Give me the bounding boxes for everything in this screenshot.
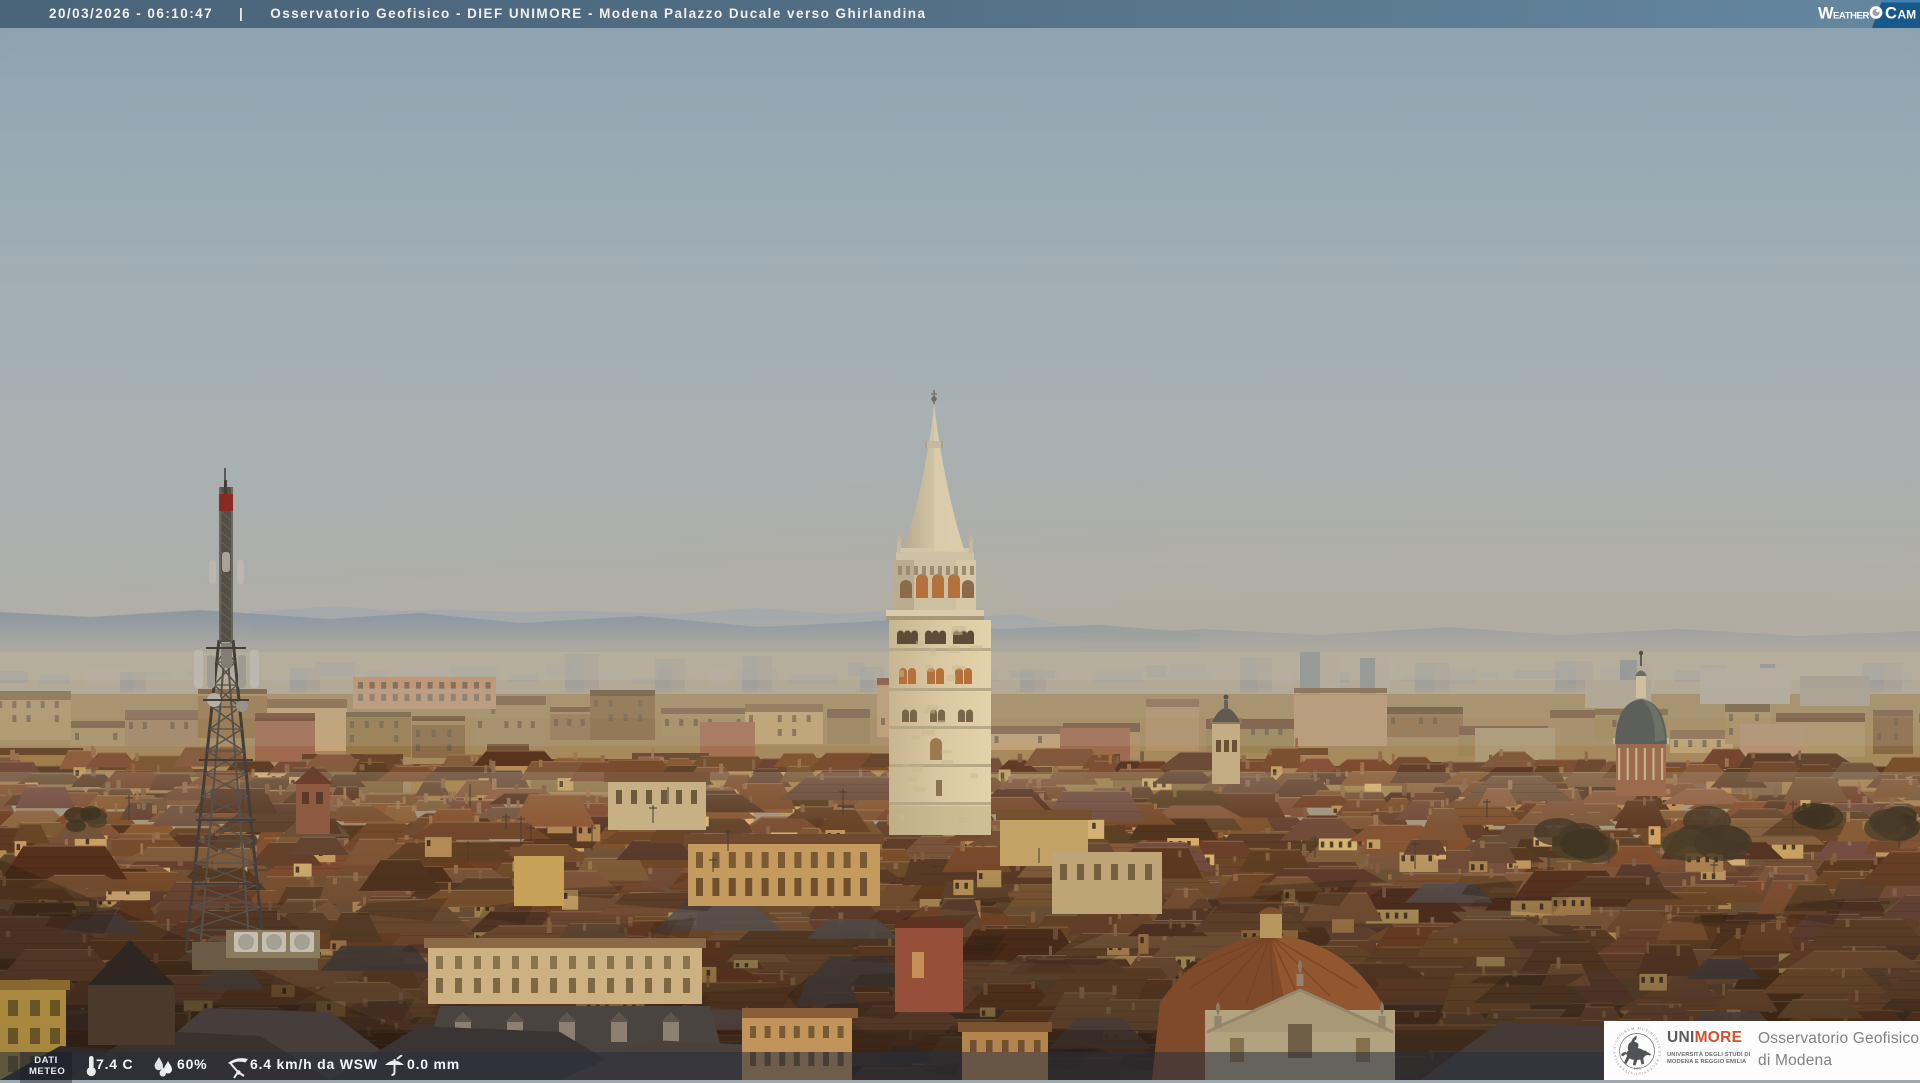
svg-text:C: C — [1885, 5, 1897, 23]
svg-text:1175: 1175 — [1633, 1067, 1640, 1071]
svg-text:AM: AM — [1898, 8, 1917, 22]
svg-text:EATHER: EATHER — [1833, 11, 1869, 22]
svg-text:W: W — [1818, 5, 1834, 23]
